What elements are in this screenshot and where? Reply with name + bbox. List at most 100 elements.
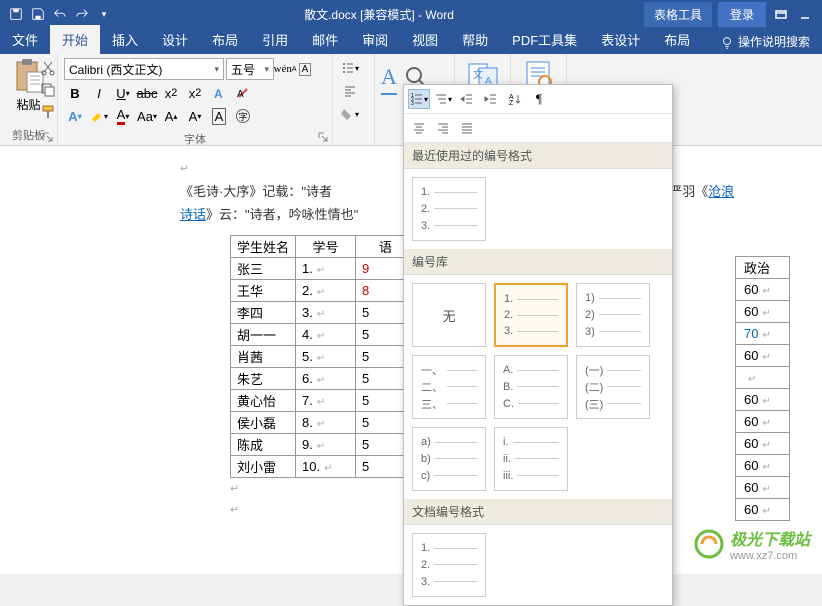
superscript-button[interactable]: x2 (184, 83, 206, 103)
sort-button[interactable]: AZ (504, 89, 526, 109)
italic-button[interactable]: I (88, 83, 110, 103)
contextual-tab-label: 表格工具 (644, 2, 712, 27)
clipboard-dialog-icon[interactable] (43, 131, 55, 143)
redo-icon[interactable] (72, 4, 92, 24)
group-clipboard: 粘贴 剪贴板 (0, 54, 58, 145)
tell-me-search[interactable]: 操作说明搜索 (712, 29, 818, 54)
numbering-dropdown-panel: 123▾ ▾ AZ ¶ 最近使用过的编号格式 1. 2. 3. 编号库 无 1.… (403, 84, 673, 606)
font-dialog-icon[interactable] (318, 131, 330, 143)
char-shading-button[interactable]: Aa▾ (136, 106, 158, 126)
text-effects-button[interactable]: A▾ (64, 106, 86, 126)
strikethrough-button[interactable]: abc (136, 83, 158, 103)
num-format-cn[interactable]: 一、 二、 三、 (412, 355, 486, 419)
svg-text:文: 文 (473, 68, 483, 81)
login-button[interactable]: 登录 (718, 2, 766, 27)
show-marks-button[interactable]: ¶ (528, 89, 550, 109)
link-canglang[interactable]: 沧浪 (708, 184, 734, 199)
title-bar: ▾ 散文.docx [兼容模式] - Word 表格工具 登录 (0, 0, 822, 28)
subscript-button[interactable]: x2 (160, 83, 182, 103)
align-center-button[interactable] (408, 118, 430, 138)
tell-me-label: 操作说明搜索 (738, 33, 810, 50)
table-row: 朱艺6.↵5 (231, 367, 416, 389)
num-format-none[interactable]: 无 (412, 283, 486, 347)
link-shihua[interactable]: 诗话 (180, 207, 206, 222)
table-row: 胡一一4.↵5 (231, 323, 416, 345)
tab-mailings[interactable]: 邮件 (300, 25, 350, 54)
bullets-button[interactable]: ▾ (339, 58, 361, 78)
font-color-button[interactable]: A▾ (112, 106, 134, 126)
main-table[interactable]: 学生姓名学号语 张三1.↵9 王华2.↵8 李四3.↵5 胡一一4.↵5 肖茜5… (230, 235, 416, 478)
decrease-indent-button[interactable] (456, 89, 478, 109)
enclose-char-button[interactable]: 字 (232, 106, 254, 126)
numbering-button[interactable]: 123▾ (408, 89, 430, 109)
clear-format-icon[interactable]: A (232, 83, 254, 103)
num-format-cn-paren[interactable]: (一) (二) (三) (576, 355, 650, 419)
table-row: 肖茜5.↵5 (231, 345, 416, 367)
tab-file[interactable]: 文件 (0, 25, 50, 54)
qat-dropdown-icon[interactable]: ▾ (94, 4, 114, 24)
num-format-recent-123[interactable]: 1. 2. 3. (412, 177, 486, 241)
svg-text:3: 3 (411, 101, 414, 106)
recent-formats-header: 最近使用过的编号格式 (404, 143, 672, 169)
ribbon-options-icon[interactable] (772, 5, 790, 23)
tab-view[interactable]: 视图 (400, 25, 450, 54)
tab-design[interactable]: 设计 (150, 25, 200, 54)
style-char-icon[interactable]: A (381, 64, 397, 95)
lightbulb-icon (720, 35, 734, 49)
char-border-button[interactable]: A (208, 106, 230, 126)
table-row: 王华2.↵8 (231, 279, 416, 301)
num-format-paren[interactable]: 1) 2) 3) (576, 283, 650, 347)
tab-pdf[interactable]: PDF工具集 (500, 25, 589, 54)
right-column-table[interactable]: 政治 60↵ 60↵ 70↵ 60↵ ↵ 60↵ 60↵ 60↵ 60↵ 60↵… (735, 256, 790, 521)
svg-text:A: A (214, 87, 223, 100)
autosave-icon[interactable] (6, 4, 26, 24)
tab-home[interactable]: 开始 (50, 25, 100, 54)
highlight-button[interactable]: ▾ (88, 106, 110, 126)
align-right-button[interactable] (432, 118, 454, 138)
table-row: 李四3.↵5 (231, 301, 416, 323)
minimize-icon[interactable] (796, 5, 814, 23)
ribbon-tabs: 文件 开始 插入 设计 布局 引用 邮件 审阅 视图 帮助 PDF工具集 表设计… (0, 28, 822, 54)
bold-button[interactable]: B (64, 83, 86, 103)
library-header: 编号库 (404, 249, 672, 275)
undo-icon[interactable] (50, 4, 70, 24)
tab-table-layout[interactable]: 布局 (652, 25, 702, 54)
th-name[interactable]: 学生姓名 (231, 235, 296, 257)
font-name-select[interactable]: Calibri (西文正文)▾ (64, 58, 224, 80)
th-id[interactable]: 学号 (296, 235, 356, 257)
cut-icon[interactable] (40, 60, 56, 76)
watermark-text: 极光下载站 (730, 526, 810, 550)
svg-text:Z: Z (509, 100, 514, 106)
num-format-lower-abc[interactable]: a) b) c) (412, 427, 486, 491)
multilevel-list-button[interactable]: ▾ (432, 89, 454, 109)
font-size-select[interactable]: 五号▾ (226, 58, 274, 80)
change-case-icon[interactable]: A (296, 59, 314, 79)
increase-indent-button[interactable] (480, 89, 502, 109)
grow-font-icon[interactable]: wénA (276, 59, 294, 79)
watermark: 极光下载站 www.xz7.com (694, 526, 810, 562)
tab-layout[interactable]: 布局 (200, 25, 250, 54)
table-row: 张三1.↵9 (231, 257, 416, 279)
copy-icon[interactable] (40, 82, 56, 98)
tab-table-design[interactable]: 表设计 (589, 25, 652, 54)
text-effects-icon[interactable]: A (208, 83, 230, 103)
tab-review[interactable]: 审阅 (350, 25, 400, 54)
num-format-doc-123[interactable]: 1. 2. 3. (412, 533, 486, 597)
shading-button[interactable]: ▾ (339, 104, 361, 124)
tab-insert[interactable]: 插入 (100, 25, 150, 54)
tab-references[interactable]: 引用 (250, 25, 300, 54)
save-icon[interactable] (28, 4, 48, 24)
group-font: Calibri (西文正文)▾ 五号▾ wénA A B I U▾ abc x2… (58, 54, 333, 145)
table-row: 黄心怡7.↵5 (231, 389, 416, 411)
num-format-roman[interactable]: i. ii. iii. (494, 427, 568, 491)
grow-font-button[interactable]: A▴ (160, 106, 182, 126)
num-format-upper-abc[interactable]: A. B. C. (494, 355, 568, 419)
tab-help[interactable]: 帮助 (450, 25, 500, 54)
align-justify-button[interactable] (456, 118, 478, 138)
align-left-button[interactable] (339, 81, 361, 101)
shrink-font-button[interactable]: A▾ (184, 106, 206, 126)
num-format-123[interactable]: 1. 2. 3. (494, 283, 568, 347)
format-painter-icon[interactable] (40, 104, 56, 120)
underline-button[interactable]: U▾ (112, 83, 134, 103)
table-row: 侯小磊8.↵5 (231, 411, 416, 433)
